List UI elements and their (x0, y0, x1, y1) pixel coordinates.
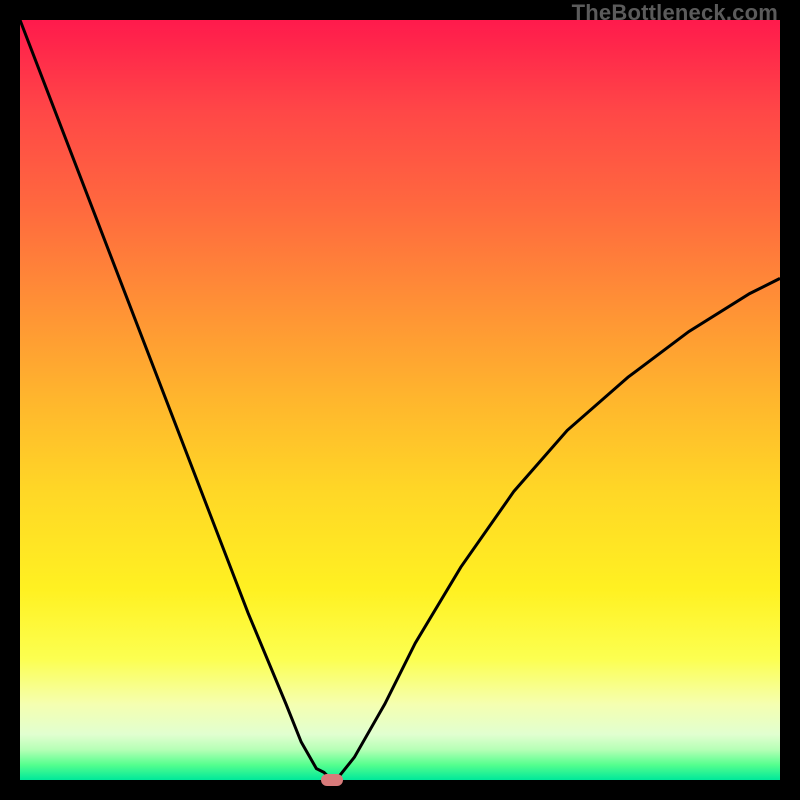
plot-area (20, 20, 780, 780)
bottleneck-curve (20, 20, 780, 780)
optimal-marker (321, 774, 343, 786)
chart-container: TheBottleneck.com (0, 0, 800, 800)
curve-path (20, 20, 780, 780)
watermark-text: TheBottleneck.com (572, 0, 778, 26)
